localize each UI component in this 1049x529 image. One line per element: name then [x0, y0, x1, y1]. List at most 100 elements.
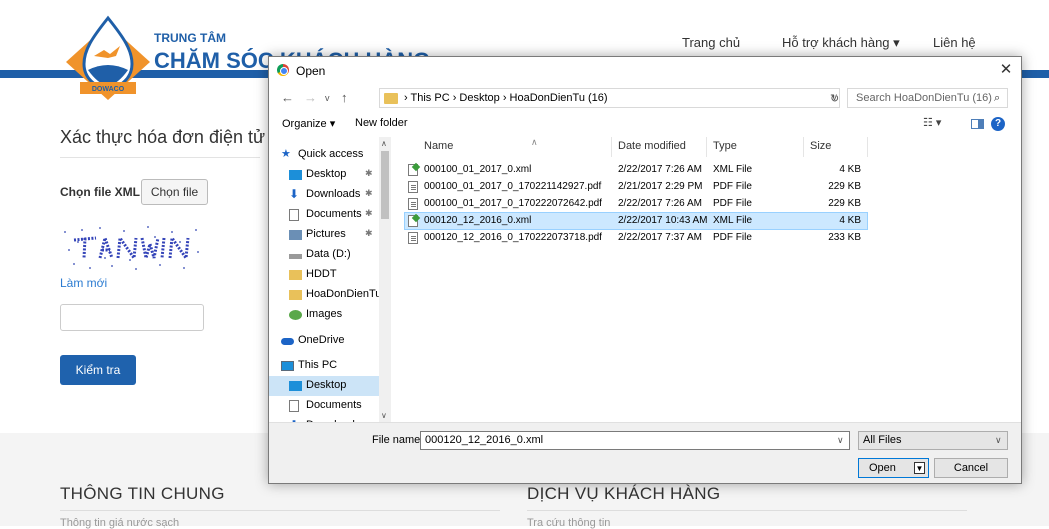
pictures-icon: [289, 230, 302, 240]
pdf-file-icon: [408, 181, 418, 193]
up-arrow-icon[interactable]: ↑: [341, 90, 348, 105]
desktop-folder-icon: [289, 381, 302, 391]
open-button[interactable]: Open ▼: [858, 458, 929, 478]
column-header-name[interactable]: Name ∧: [424, 137, 538, 152]
file-type-cell: PDF File: [713, 181, 752, 192]
file-size-cell: 229 KB: [828, 198, 861, 209]
pin-icon: ✱: [365, 228, 373, 238]
nav-pane-item[interactable]: HDDT: [269, 265, 379, 285]
open-options-chevron-icon[interactable]: ▼: [914, 462, 925, 474]
nav-pane-item[interactable]: Data (D:): [269, 245, 379, 265]
file-name-cell: 000100_01_2017_0.xml: [424, 164, 532, 175]
documents-icon: [289, 400, 299, 412]
open-button-label: Open: [869, 462, 896, 474]
nav-home-link[interactable]: Trang chủ: [682, 35, 740, 50]
help-icon[interactable]: ?: [991, 117, 1005, 131]
nav-support-menu[interactable]: Hỗ trợ khách hàng ▾: [782, 35, 900, 51]
page-title: Xác thực hóa đơn điện tử: [60, 127, 266, 147]
check-button[interactable]: Kiểm tra: [60, 355, 136, 385]
nav-pane-label: Documents: [306, 208, 362, 220]
file-row[interactable]: 000100_01_2017_0.xml 2/22/2017 7:26 AM XML…: [405, 162, 867, 178]
xml-file-icon: [408, 164, 418, 176]
documents-icon: [289, 209, 299, 221]
view-options-icon[interactable]: ☷ ▾: [923, 116, 941, 129]
scroll-down-icon[interactable]: ∨: [381, 411, 387, 420]
search-box[interactable]: Search HoaDonDienTu (16) ⌕: [847, 88, 1008, 108]
nav-pane-label: Desktop: [306, 379, 347, 391]
file-name-input[interactable]: 000120_12_2016_0.xml ∨: [420, 431, 850, 450]
column-header-size[interactable]: Size: [810, 140, 831, 152]
refresh-icon[interactable]: ↻: [830, 92, 839, 105]
file-size-cell: 4 KB: [839, 215, 861, 226]
file-row[interactable]: 000120_12_2016_0.xml 2/22/2017 10:43 AM XM…: [404, 212, 868, 230]
file-date-cell: 2/22/2017 10:43 AM: [618, 215, 708, 226]
brand-subtitle: TRUNG TÂM: [154, 31, 226, 45]
column-separator[interactable]: [611, 137, 612, 157]
nav-pane-item[interactable]: ⬇ Downloads ✱: [269, 185, 379, 205]
nav-scrollbar-thumb[interactable]: [381, 151, 389, 219]
xml-file-icon: [408, 215, 418, 227]
pin-icon: ✱: [365, 188, 373, 198]
file-row[interactable]: 000100_01_2017_0_170221142927.pdf 2/21/20…: [405, 179, 867, 195]
column-name-label: Name: [424, 140, 454, 152]
recent-locations-chevron-icon[interactable]: v: [325, 93, 330, 103]
column-separator[interactable]: [867, 137, 868, 157]
nav-contact-link[interactable]: Liên hệ: [933, 35, 976, 50]
file-size-cell: 4 KB: [839, 164, 861, 175]
file-row[interactable]: 000120_12_2016_0_170222073718.pdf 2/22/20…: [405, 230, 867, 246]
dowaco-logo[interactable]: DOWACO: [58, 10, 158, 106]
choose-file-button[interactable]: Chọn file: [141, 179, 208, 205]
nav-pane-item[interactable]: This PC: [269, 356, 379, 376]
address-row: ← → v ↑ › This PC › Desktop › HoaDonDien…: [269, 85, 1021, 111]
chevron-down-icon: ∨: [995, 435, 1002, 445]
address-bar[interactable]: › This PC › Desktop › HoaDonDienTu (16) …: [379, 88, 840, 108]
forward-arrow-icon[interactable]: →: [304, 90, 317, 105]
column-separator[interactable]: [706, 137, 707, 157]
file-row[interactable]: 000100_01_2017_0_170222072642.pdf 2/22/20…: [405, 196, 867, 212]
nav-pane-item[interactable]: Documents: [269, 396, 379, 416]
column-separator[interactable]: [803, 137, 804, 157]
nav-pane-item[interactable]: HoaDonDienTu: [269, 285, 381, 305]
nav-pane-label: Documents: [306, 399, 362, 411]
back-arrow-icon[interactable]: ←: [281, 90, 294, 105]
footer-water-price-link[interactable]: Thông tin giá nước sạch: [60, 517, 179, 529]
nav-pane-item[interactable]: OneDrive: [269, 331, 379, 351]
pin-icon: ✱: [365, 168, 373, 178]
nav-pane-label: Images: [306, 308, 343, 320]
scroll-up-icon[interactable]: ∧: [381, 139, 387, 148]
dialog-footer: File name: 000120_12_2016_0.xml ∨ All Fi…: [269, 422, 1021, 483]
nav-pane-label: OneDrive: [298, 334, 345, 346]
new-folder-button[interactable]: New folder: [355, 117, 408, 129]
file-size-cell: 229 KB: [828, 181, 861, 192]
column-header-type[interactable]: Type: [713, 140, 737, 152]
refresh-captcha-link[interactable]: Làm mới: [60, 276, 107, 290]
search-icon: ⌕: [994, 92, 1001, 104]
preview-pane-icon[interactable]: [971, 119, 984, 129]
file-name-value: 000120_12_2016_0.xml: [425, 434, 544, 446]
file-name-cell: 000100_01_2017_0_170221142927.pdf: [424, 181, 602, 192]
column-header-date[interactable]: Date modified: [618, 140, 686, 152]
dialog-titlebar[interactable]: Open ✕: [269, 57, 1021, 85]
close-icon[interactable]: ✕: [996, 61, 1016, 79]
captcha-input[interactable]: [60, 304, 204, 331]
organize-menu[interactable]: Organize ▾: [282, 117, 335, 130]
nav-pane-item[interactable]: Desktop: [269, 376, 379, 396]
nav-pane-item[interactable]: Images: [269, 305, 379, 325]
file-name-label: File name:: [372, 434, 424, 446]
file-name-cell: 000120_12_2016_0.xml: [424, 215, 532, 226]
file-type-select[interactable]: All Files ∨: [858, 431, 1008, 450]
footer-lookup-link[interactable]: Tra cứu thông tin: [527, 517, 610, 529]
pdf-file-icon: [408, 198, 418, 210]
nav-pane-item[interactable]: ★ Quick access: [269, 145, 379, 165]
file-type-value: All Files: [863, 434, 902, 446]
star-icon: ★: [281, 148, 291, 160]
chevron-down-icon[interactable]: ∨: [837, 435, 844, 446]
captcha-image: [60, 222, 204, 274]
nav-pane-item[interactable]: Pictures ✱: [269, 225, 379, 245]
nav-pane-item[interactable]: Desktop ✱: [269, 165, 379, 185]
file-date-cell: 2/21/2017 2:29 PM: [618, 181, 703, 192]
cancel-button[interactable]: Cancel: [934, 458, 1008, 478]
nav-pane-item[interactable]: Documents ✱: [269, 205, 379, 225]
nav-pane-label: HDDT: [306, 268, 337, 280]
chrome-icon: [277, 64, 289, 76]
